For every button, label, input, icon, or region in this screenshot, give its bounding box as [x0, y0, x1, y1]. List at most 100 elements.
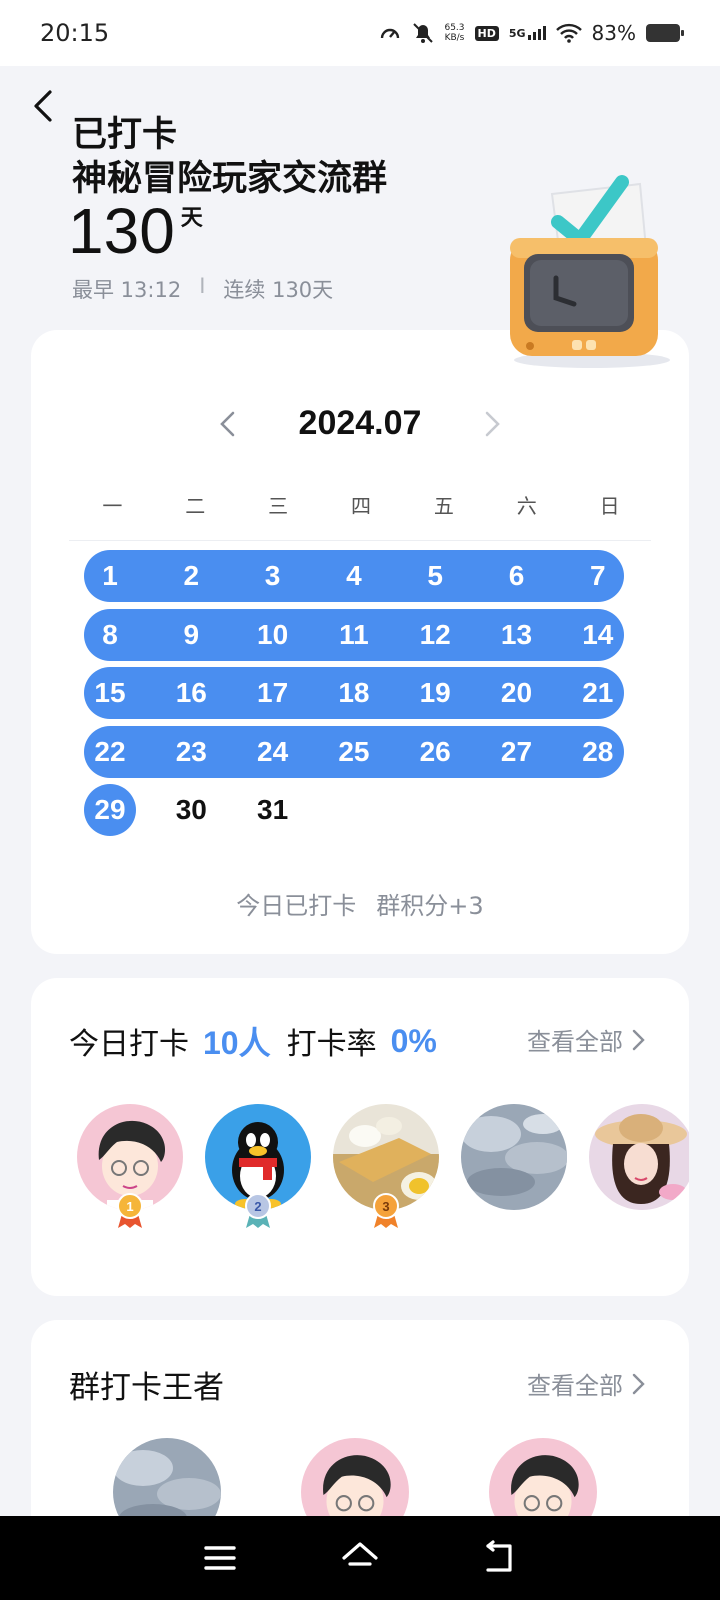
calendar-day[interactable]: 9 — [165, 609, 217, 661]
weekday: 二 — [185, 494, 206, 518]
hd-badge: HD — [474, 25, 499, 41]
mute-bell-icon — [413, 23, 434, 43]
calendar-day[interactable]: 31 — [247, 784, 299, 836]
earliest-time: 最早 13:12 — [72, 278, 182, 302]
calendar-day[interactable]: 24 — [247, 726, 299, 778]
month-label: 2024.07 — [298, 404, 422, 442]
calendar-day[interactable]: 10 — [247, 609, 299, 661]
calendar-day[interactable]: 6 — [491, 550, 543, 602]
weekday: 一 — [102, 494, 123, 518]
calendar-day[interactable]: 20 — [491, 667, 543, 719]
status-icons: 65.3 KB/s HD 5G 83% — [378, 21, 684, 45]
calendar-day[interactable]: 21 — [572, 667, 624, 719]
calendar-week-row: 22 23 24 25 26 27 28 — [84, 726, 636, 778]
speedometer-icon — [381, 28, 400, 39]
calendar-day[interactable]: 1 — [84, 550, 136, 602]
net-speed: 65.3 KB/s — [444, 23, 464, 43]
rate-label: 打卡率 — [286, 1027, 377, 1062]
bronze-medal-icon: 3 — [373, 1193, 399, 1228]
home-icon[interactable] — [340, 1538, 380, 1578]
member-avatar[interactable] — [589, 1104, 689, 1210]
view-all-label: 查看全部 — [527, 1028, 623, 1056]
checkin-days: 130 天 — [68, 196, 203, 266]
streak-days: 连续 130天 — [223, 278, 334, 302]
weekday: 日 — [599, 494, 620, 518]
today-view-all-button[interactable]: 查看全部 — [527, 1022, 645, 1057]
net-speed-unit: KB/s — [444, 33, 465, 43]
checkin-subinfo: 最早 13:12 I 连续 130天 — [72, 274, 333, 304]
calendar-day[interactable]: 4 — [328, 550, 380, 602]
gold-medal-icon: 1 — [117, 1193, 143, 1228]
weekday: 五 — [433, 494, 454, 518]
status-bar: 20:15 65.3 KB/s HD 5G 83% — [0, 0, 720, 66]
subinfo-separator: I — [199, 274, 206, 298]
calendar-footer: 今日已打卡 群积分+3 — [31, 886, 689, 921]
chevron-right-icon — [632, 1029, 645, 1050]
net-speed-value: 65.3 — [444, 23, 465, 33]
today-avatar-list: 1 2 3 — [77, 1104, 689, 1244]
battery-percent: 83% — [591, 21, 636, 45]
calendar-week-row: 8 9 10 11 12 13 14 — [84, 609, 636, 661]
calendar-day[interactable]: 8 — [84, 609, 136, 661]
today-count: 10人 — [203, 1025, 271, 1061]
calendar-card: 2024.07 一 二 三 四 五 六 日 1 2 3 4 5 6 7 8 9 10 11 12 13 1… — [31, 330, 689, 954]
medal-rank: 1 — [126, 1199, 133, 1214]
group-points-text: 群积分+3 — [376, 892, 484, 920]
menu-icon[interactable] — [200, 1538, 240, 1578]
calendar-day[interactable]: 26 — [409, 726, 461, 778]
today-summary: 今日打卡 10人 打卡率 0% — [69, 1018, 453, 1064]
calendar-day[interactable]: 12 — [409, 609, 461, 661]
calendar-week-row: 1234567 — [84, 550, 636, 602]
calendar-day[interactable]: 16 — [165, 667, 217, 719]
calendar-day[interactable]: 29 — [84, 784, 136, 836]
calendar-day[interactable]: 5 — [409, 550, 461, 602]
calendar-day[interactable]: 30 — [165, 784, 217, 836]
checkin-clock-mascot — [510, 175, 670, 368]
calendar-day[interactable]: 2 — [165, 550, 217, 602]
calendar-day[interactable]: 22 — [84, 726, 136, 778]
back-icon[interactable] — [480, 1538, 520, 1578]
medal-rank: 3 — [382, 1199, 389, 1214]
calendar-day[interactable]: 11 — [328, 609, 380, 661]
member-avatar[interactable] — [461, 1104, 567, 1210]
calendar-day[interactable]: 13 — [491, 609, 543, 661]
status-time: 20:15 — [40, 19, 110, 47]
calendar-week-row: 15 16 17 18 19 20 21 — [84, 667, 636, 719]
calendar-week-row: 29 30 31 — [84, 784, 636, 836]
calendar-day[interactable]: 25 — [328, 726, 380, 778]
signal-5g-icon: 5G — [509, 26, 546, 40]
calendar-day[interactable]: 14 — [572, 609, 624, 661]
king-view-all-button[interactable]: 查看全部 — [527, 1366, 645, 1401]
weekday-header: 一 二 三 四 五 六 日 — [71, 490, 651, 519]
calendar-day[interactable]: 3 — [247, 550, 299, 602]
wifi-icon — [555, 23, 582, 43]
divider — [69, 540, 651, 541]
calendar-day[interactable]: 18 — [328, 667, 380, 719]
king-title: 群打卡王者 — [69, 1370, 224, 1406]
view-all-label: 查看全部 — [527, 1372, 623, 1400]
back-arrow-icon[interactable] — [24, 86, 64, 126]
checkin-rate: 0% — [390, 1022, 437, 1059]
today-checked-text: 今日已打卡 — [236, 892, 357, 920]
calendar-day[interactable]: 19 — [409, 667, 461, 719]
calendar-day[interactable]: 15 — [84, 667, 136, 719]
weekday: 三 — [268, 494, 289, 518]
chevron-right-icon — [632, 1373, 645, 1394]
next-month-icon[interactable] — [481, 409, 503, 439]
group-name: 神秘冒险玩家交流群 — [72, 159, 388, 199]
today-checkin-card: 今日打卡 10人 打卡率 0% 查看全部 1 2 3 — [31, 978, 689, 1296]
days-unit: 天 — [180, 206, 203, 231]
network-type: 5G — [508, 27, 526, 40]
calendar-day[interactable]: 28 — [572, 726, 624, 778]
today-label: 今日打卡 — [69, 1027, 189, 1062]
medal-rank: 2 — [254, 1199, 261, 1214]
battery-icon — [646, 24, 684, 42]
prev-month-icon[interactable] — [217, 409, 239, 439]
month-navigator: 2024.07 — [31, 404, 689, 443]
calendar-day[interactable]: 7 — [572, 550, 624, 602]
weekday: 四 — [351, 494, 371, 518]
calendar-day[interactable]: 23 — [165, 726, 217, 778]
calendar-day[interactable]: 27 — [491, 726, 543, 778]
weekday: 六 — [516, 494, 537, 518]
calendar-day[interactable]: 17 — [247, 667, 299, 719]
